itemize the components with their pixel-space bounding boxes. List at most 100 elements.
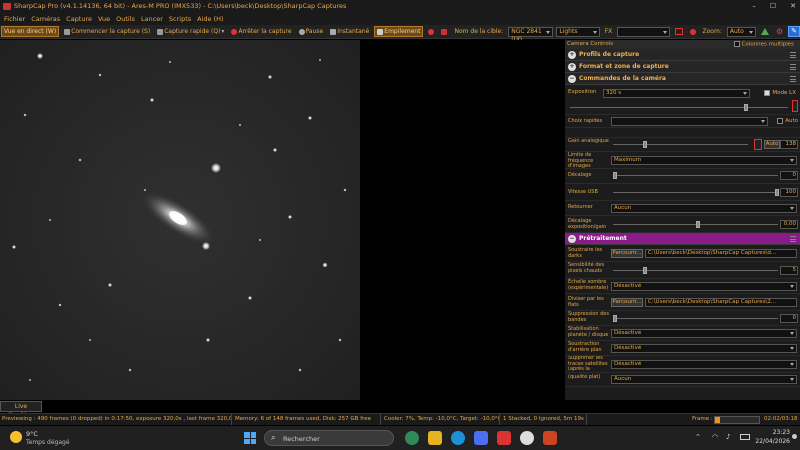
reticle-button[interactable] xyxy=(673,26,685,37)
menu-icon[interactable] xyxy=(790,76,796,82)
exposure-slider[interactable] xyxy=(570,104,788,111)
offset-slider[interactable] xyxy=(613,172,778,179)
minimize-button[interactable]: – xyxy=(752,0,756,13)
tray-chevron-icon[interactable]: ⌃ xyxy=(695,433,701,441)
darks-path-select[interactable]: C:\Users\beck\Desktop\SharpCap Captures\… xyxy=(645,249,797,258)
mode-lx-toggle[interactable]: Mode LX xyxy=(764,90,796,96)
gain-value[interactable]: 138 xyxy=(780,140,798,149)
maximize-button[interactable]: ☐ xyxy=(770,0,776,13)
settings-button[interactable]: ⚙ xyxy=(774,26,785,37)
offset-value[interactable]: 0 xyxy=(780,171,798,180)
app-icon-red[interactable] xyxy=(543,431,557,445)
app-icon-green[interactable] xyxy=(405,431,419,445)
exposure-input[interactable]: 320 s xyxy=(603,89,750,98)
histogram-button[interactable] xyxy=(759,26,771,37)
focus-button[interactable] xyxy=(688,26,698,37)
dark-scaling-select[interactable]: Désactivé xyxy=(611,282,797,291)
usb-speed-slider[interactable] xyxy=(613,189,779,196)
stacking-button[interactable]: Empilement xyxy=(374,26,424,37)
store-icon[interactable] xyxy=(474,431,488,445)
windows-start-icon[interactable] xyxy=(244,432,256,444)
exposure-spinner[interactable] xyxy=(792,100,798,112)
usb-speed-value[interactable]: 100 xyxy=(780,188,798,197)
chrome-icon[interactable] xyxy=(520,431,534,445)
notification-icon[interactable] xyxy=(792,434,797,439)
pause-button[interactable]: Pause xyxy=(297,26,326,37)
file-explorer-icon[interactable] xyxy=(428,431,442,445)
clock-date[interactable]: 22/04/2026 xyxy=(752,438,790,445)
flip-select[interactable]: Aucun xyxy=(611,204,797,213)
hot-pixel-slider[interactable] xyxy=(613,267,778,274)
wifi-icon[interactable]: ◠ xyxy=(712,433,718,441)
flats-browse-button[interactable]: Parcourir... xyxy=(611,298,643,307)
multi-columns-toggle[interactable]: Colonnes multiples xyxy=(733,41,794,49)
frame-rate-select[interactable]: Maximum xyxy=(611,156,797,165)
live-view-button[interactable]: Vue en direct (W) xyxy=(1,26,60,37)
stop-capture-button[interactable]: Arrêter la capture xyxy=(229,26,293,37)
fx-select[interactable] xyxy=(617,26,670,37)
quick-capture-button[interactable]: Capture rapide (Q) ▾ xyxy=(155,26,226,37)
banding-value[interactable]: 0 xyxy=(780,314,798,323)
section-preprocessing[interactable]: − Prétraitement xyxy=(565,233,800,245)
menu-icon[interactable] xyxy=(790,64,796,70)
collapse-icon: − xyxy=(568,235,576,243)
quick-auto-toggle[interactable]: Auto xyxy=(777,118,798,124)
hot-pixel-value[interactable]: 5 xyxy=(780,266,798,275)
spacer-row xyxy=(565,128,800,138)
menu-vue[interactable]: Vue xyxy=(98,13,110,25)
darks-browse-button[interactable]: Parcourir... xyxy=(611,249,643,258)
flats-path-select[interactable]: C:\Users\beck\Desktop\SharpCap Captures\… xyxy=(645,298,797,307)
pin-icon: ✎ xyxy=(791,27,798,35)
clock-time[interactable]: 23:23 xyxy=(758,429,790,436)
menu-capture[interactable]: Capture xyxy=(66,13,92,25)
gain-spinner[interactable] xyxy=(754,139,762,150)
remove-satellite-select[interactable]: Désactivé xyxy=(611,360,797,369)
battery-icon[interactable] xyxy=(740,434,750,440)
mode-lx-checkbox[interactable] xyxy=(764,90,771,96)
title-bar: SharpCap Pro (v4.1.14136, 64 bit) - Ares… xyxy=(0,0,800,13)
analog-gain-slider[interactable] xyxy=(613,141,748,148)
target-name-input[interactable]: NGC 2841 (UG xyxy=(508,26,554,43)
histogram-icon xyxy=(760,28,769,35)
menu-outils[interactable]: Outils xyxy=(116,13,135,25)
menu-scripts[interactable]: Scripts xyxy=(169,13,191,25)
quick-auto-checkbox[interactable] xyxy=(777,118,784,124)
camera-icon xyxy=(330,28,337,35)
section-camera-controls[interactable]: − Commandes de la caméra xyxy=(565,73,800,85)
pin-button[interactable]: ✎ xyxy=(788,26,800,37)
start-capture-button[interactable]: Commencer la capture (S) xyxy=(62,26,152,37)
capture-folder-button[interactable] xyxy=(439,26,449,37)
toolbar: Vue en direct (W) Commencer la capture (… xyxy=(0,25,800,43)
menu-icon[interactable] xyxy=(790,236,796,242)
menu-cameras[interactable]: Caméras xyxy=(31,13,60,25)
live-stacking-tab[interactable]: Live Stacking xyxy=(0,401,42,419)
background-subtraction-select[interactable]: Désactivé xyxy=(611,344,797,353)
quick-choices-select[interactable] xyxy=(611,117,768,126)
camera-image-view[interactable] xyxy=(0,40,563,400)
sharpcap-icon[interactable] xyxy=(497,431,511,445)
last-row-select[interactable]: Aucun xyxy=(611,375,797,384)
record-button[interactable] xyxy=(426,26,436,37)
menu-fichier[interactable]: Fichier xyxy=(4,13,25,25)
exposure-gain-offset-slider[interactable] xyxy=(613,221,778,228)
planet-stabilization-select[interactable]: Désactivé xyxy=(611,329,797,338)
menu-lancer[interactable]: Lancer xyxy=(141,13,163,25)
frame-rate-row: Limite de fréquence d'images Maximum xyxy=(565,152,800,169)
zoom-select[interactable]: Auto xyxy=(726,26,756,37)
frame-type-select[interactable]: Lights xyxy=(556,26,600,37)
banding-slider[interactable] xyxy=(613,315,778,322)
gain-auto-button[interactable]: Auto xyxy=(764,140,780,149)
menu-aide[interactable]: Aide (H) xyxy=(197,13,223,25)
menu-icon[interactable] xyxy=(790,52,796,58)
multi-columns-checkbox[interactable] xyxy=(733,41,740,47)
section-format[interactable]: + Format et zone de capture xyxy=(565,61,800,73)
edge-icon[interactable] xyxy=(451,431,465,445)
speaker-icon[interactable]: ♪ xyxy=(726,433,730,441)
section-capture-profiles[interactable]: + Profils de capture xyxy=(565,49,800,61)
exposure-gain-offset-value[interactable]: 0,00 xyxy=(780,220,798,229)
planet-stabilization-label: Stabilisation planète / disque xyxy=(568,326,609,338)
snapshot-button[interactable]: Instantané xyxy=(328,26,371,37)
close-button[interactable]: ✕ xyxy=(790,0,796,13)
exposure-row: Exposition 320 s Mode LX xyxy=(565,85,800,115)
taskbar-search[interactable]: ⌕ Rechercher xyxy=(264,430,394,446)
